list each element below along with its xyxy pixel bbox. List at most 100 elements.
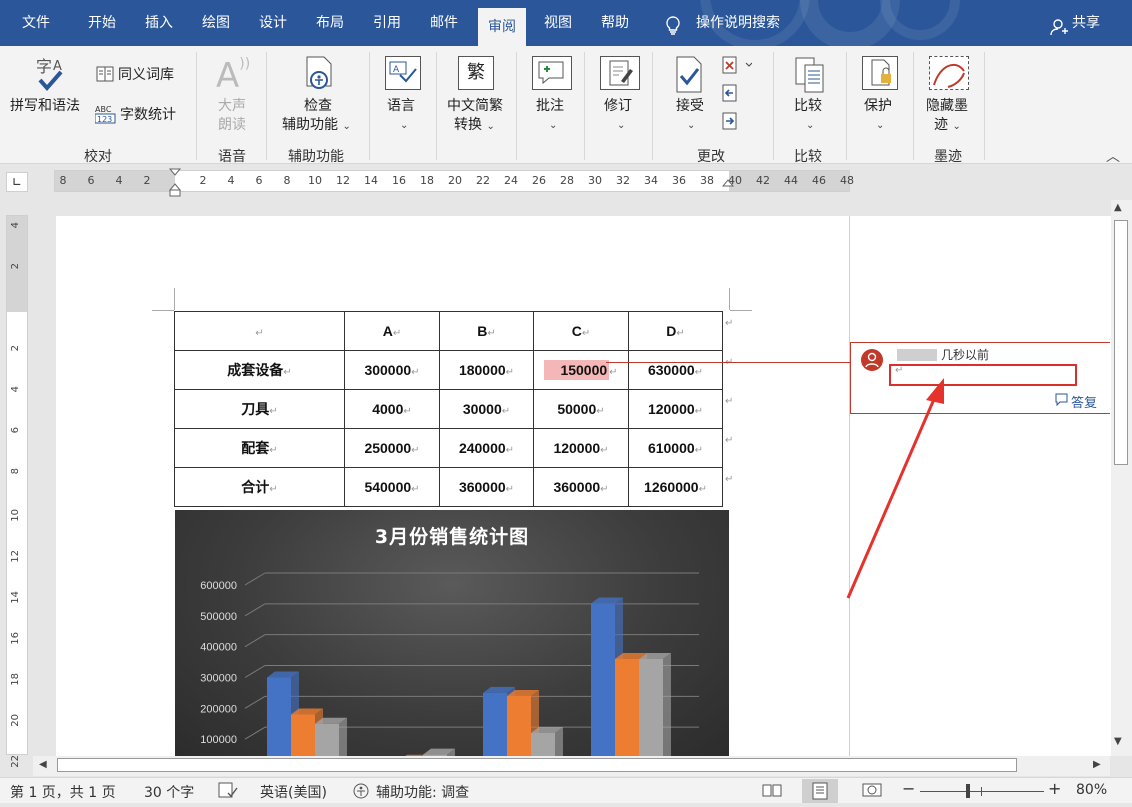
spelling-icon[interactable]: 字A — [34, 56, 68, 98]
table-cell[interactable]: 180000↵ — [439, 350, 534, 390]
scroll-down-icon[interactable]: ▼ — [1114, 736, 1122, 747]
tab-insert[interactable]: 插入 — [135, 0, 183, 41]
language-status[interactable]: 英语(美国) — [260, 782, 327, 802]
word-count-icon[interactable]: ABC 123 — [94, 104, 117, 128]
tab-home[interactable]: 开始 — [78, 0, 126, 41]
reject-icon[interactable] — [722, 56, 753, 78]
table-cell[interactable]: ↵ — [174, 311, 345, 351]
sales-chart[interactable]: 3月份销售统计图 100000 200000 300000 400000 500000 6… — [175, 510, 729, 756]
table-cell-commented[interactable]: 150000 ↵ — [533, 350, 629, 390]
table-cell[interactable]: 540000↵ — [344, 467, 440, 507]
indent-marker-icon[interactable] — [168, 168, 182, 202]
previous-change-icon[interactable] — [722, 84, 738, 106]
zoom-slider[interactable] — [920, 791, 1044, 792]
chinese-conversion-button[interactable]: 中文简繁 — [447, 97, 503, 116]
vertical-ruler[interactable]: 4 2 2 4 6 8 10 12 14 16 18 20 22 — [6, 215, 28, 768]
read-aloud-button[interactable]: 大声 — [218, 97, 246, 116]
hide-ink-button[interactable]: 隐藏墨 — [926, 97, 968, 116]
word-count[interactable]: 30 个字 — [144, 782, 194, 802]
protect-button[interactable]: 保护 — [864, 97, 892, 116]
protect-icon[interactable] — [862, 56, 898, 90]
hide-ink-icon[interactable] — [929, 56, 969, 90]
tab-draw[interactable]: 绘图 — [192, 0, 240, 41]
table-cell[interactable]: 120000↵ — [533, 428, 629, 468]
accept-button[interactable]: 接受 — [676, 97, 704, 116]
compare-icon[interactable] — [794, 56, 826, 98]
table-cell[interactable]: 630000↵ — [628, 350, 723, 390]
table-cell[interactable]: 360000↵ — [533, 467, 629, 507]
table-cell[interactable]: 1260000↵ — [628, 467, 723, 507]
comments-button[interactable]: 批注 — [536, 97, 564, 116]
table-cell[interactable]: 30000↵ — [439, 389, 534, 429]
tab-view[interactable]: 视图 — [534, 0, 582, 41]
sales-table[interactable]: ↵ A↵ B↵ C↵ D↵ 成套设备↵ 300000↵ 180000↵ 1500… — [174, 311, 723, 507]
compare-button[interactable]: 比较 — [794, 97, 822, 116]
language-icon[interactable]: A — [385, 56, 421, 90]
comment-highlight[interactable]: 150000 — [544, 360, 610, 380]
zoom-out-icon[interactable]: − — [902, 779, 915, 798]
table-cell[interactable]: 250000↵ — [344, 428, 440, 468]
print-layout-icon[interactable] — [802, 779, 838, 803]
accessibility-status[interactable]: 辅助功能: 调查 — [376, 782, 469, 802]
language-button[interactable]: 语言 — [387, 97, 415, 116]
thesaurus-button[interactable]: 同义词库 — [118, 66, 174, 85]
accessibility-status-icon[interactable] — [352, 782, 372, 804]
accept-icon[interactable] — [674, 56, 704, 98]
page-count[interactable]: 第 1 页，共 1 页 — [10, 782, 116, 802]
spelling-grammar-button[interactable]: 拼写和语法 — [10, 97, 80, 116]
tab-references[interactable]: 引用 — [363, 0, 411, 41]
share-button[interactable]: 共享 — [1062, 0, 1110, 41]
accept-dropdown-icon[interactable]: ⌄ — [687, 116, 695, 135]
check-accessibility-icon[interactable] — [304, 56, 334, 98]
word-count-button[interactable]: 字数统计 — [120, 106, 176, 125]
tab-help[interactable]: 帮助 — [591, 0, 639, 41]
table-cell[interactable]: 刀具↵ — [174, 389, 345, 429]
tab-mailings[interactable]: 邮件 — [420, 0, 468, 41]
horizontal-scroll-thumb[interactable] — [57, 758, 1017, 772]
tab-design[interactable]: 设计 — [249, 0, 297, 41]
proofing-status-icon[interactable] — [218, 782, 238, 802]
tab-file[interactable]: 文件 — [12, 0, 60, 41]
track-changes-icon[interactable] — [600, 56, 640, 90]
table-cell[interactable]: D↵ — [628, 311, 723, 351]
comments-dropdown-icon[interactable]: ⌄ — [549, 116, 557, 135]
thesaurus-icon[interactable] — [96, 66, 114, 86]
comment-icon[interactable] — [532, 56, 572, 90]
scroll-right-icon[interactable]: ▶ — [1093, 759, 1101, 770]
next-change-icon[interactable] — [722, 112, 738, 134]
table-cell[interactable]: 120000↵ — [628, 389, 723, 429]
table-cell[interactable]: 合计↵ — [174, 467, 345, 507]
reply-button[interactable]: 答复 — [1071, 392, 1097, 411]
zoom-in-icon[interactable]: + — [1048, 779, 1061, 798]
horizontal-scrollbar[interactable]: ◀ ▶ — [33, 756, 1110, 776]
language-dropdown-icon[interactable]: ⌄ — [400, 116, 408, 135]
zoom-level[interactable]: 80% — [1076, 782, 1107, 798]
track-changes-dropdown-icon[interactable]: ⌄ — [617, 116, 625, 135]
check-accessibility-button[interactable]: 检查 — [304, 97, 332, 116]
tell-me-search[interactable]: 操作说明搜索 — [686, 0, 790, 41]
protect-dropdown-icon[interactable]: ⌄ — [876, 116, 884, 135]
table-cell[interactable]: 4000↵ — [344, 389, 440, 429]
table-cell[interactable]: C↵ — [533, 311, 629, 351]
read-mode-icon[interactable] — [762, 782, 782, 802]
zoom-slider-thumb[interactable] — [966, 784, 970, 798]
table-cell[interactable]: 610000↵ — [628, 428, 723, 468]
tab-layout[interactable]: 布局 — [306, 0, 354, 41]
chinese-conversion-icon[interactable]: 繁 — [458, 56, 494, 90]
collapse-ribbon-icon[interactable]: ︿ — [1106, 146, 1120, 166]
track-changes-button[interactable]: 修订 — [604, 97, 632, 116]
right-indent-marker-icon[interactable] — [721, 178, 735, 196]
table-cell[interactable]: 成套设备↵ — [174, 350, 345, 390]
lightbulb-icon[interactable] — [664, 16, 682, 40]
reply-icon[interactable] — [1053, 393, 1069, 411]
table-cell[interactable]: A↵ — [344, 311, 440, 351]
scroll-left-icon[interactable]: ◀ — [39, 759, 47, 770]
table-cell[interactable]: 360000↵ — [439, 467, 534, 507]
tab-stop-selector-icon[interactable]: ∟ — [6, 172, 28, 192]
web-layout-icon[interactable] — [862, 782, 882, 802]
tab-review[interactable]: 审阅 — [478, 8, 526, 46]
vertical-scroll-thumb[interactable] — [1114, 220, 1128, 465]
scroll-up-icon[interactable]: ▲ — [1114, 202, 1122, 213]
table-cell[interactable]: 300000↵ — [344, 350, 440, 390]
table-cell[interactable]: B↵ — [439, 311, 534, 351]
